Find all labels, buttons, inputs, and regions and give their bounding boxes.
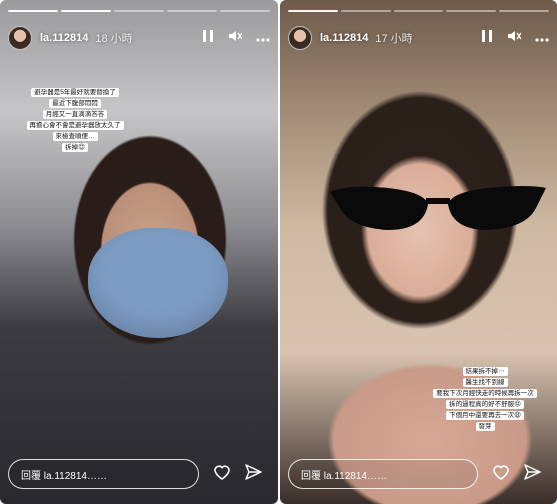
caption-line: 拆掉😊 (62, 143, 88, 152)
avatar[interactable] (288, 26, 312, 50)
caption-line: 來檢查順便… (52, 132, 98, 141)
progress-segment (8, 10, 58, 12)
progress-segment (167, 10, 217, 12)
sunglasses-sticker (330, 186, 546, 230)
share-icon[interactable] (245, 463, 262, 485)
progress-segment (61, 10, 111, 12)
caption-line: 發芽 (475, 422, 495, 431)
caption-line: 結果拆不掉⋯ (462, 367, 508, 376)
share-icon[interactable] (524, 463, 541, 485)
progress-segment (446, 10, 497, 12)
mute-icon[interactable] (228, 29, 243, 48)
story-header: la.112814 17 小時 (288, 24, 549, 52)
username[interactable]: la.112814 (40, 32, 88, 44)
heart-icon[interactable] (492, 464, 510, 485)
username[interactable]: la.112814 (320, 32, 368, 44)
face-mask (88, 228, 228, 338)
caption-line: 拆的過程真的好不舒服😣 (446, 400, 524, 409)
caption-line: 下個月中還要再去一次😩 (446, 411, 524, 420)
reply-input[interactable]: 回覆 la.112814…… (8, 459, 199, 489)
time-ago: 17 小時 (375, 33, 413, 45)
story-progress (288, 10, 549, 12)
story-header: la.112814 18 小時 (8, 24, 270, 52)
heart-icon[interactable] (213, 464, 231, 485)
reply-input[interactable]: 回覆 la.112814…… (288, 459, 478, 489)
caption-line: 再擔心會不會是避孕器放太久了 (26, 121, 124, 130)
more-icon[interactable] (256, 29, 270, 47)
pause-icon[interactable] (481, 29, 493, 48)
caption-line: 要我下次月經快走的時候再拆一次 (433, 389, 537, 398)
story-caption: 避孕器是5年最好就要替換了 最近下腹部悶悶 月經又一直滴滴答答 再擔心會不會是避… (20, 88, 130, 152)
mute-icon[interactable] (507, 29, 522, 48)
story-right[interactable]: la.112814 17 小時 結果拆不掉⋯ 醫生找不到線 要我下次月經快走的時… (280, 0, 557, 504)
story-progress (8, 10, 270, 12)
more-icon[interactable] (535, 29, 549, 47)
progress-segment (220, 10, 270, 12)
progress-segment (499, 10, 549, 12)
caption-line: 最近下腹部悶悶 (49, 99, 101, 108)
pause-icon[interactable] (202, 29, 214, 48)
story-left[interactable]: la.112814 18 小時 避孕器是5年最好就要替換了 最近下腹部悶悶 月經… (0, 0, 278, 504)
caption-line: 醫生找不到線 (462, 378, 508, 387)
progress-segment (393, 10, 444, 12)
progress-segment (340, 10, 391, 12)
caption-line: 月經又一直滴滴答答 (42, 110, 108, 119)
story-footer: 回覆 la.112814…… (288, 458, 549, 490)
progress-segment (114, 10, 164, 12)
story-footer: 回覆 la.112814…… (8, 458, 270, 490)
story-caption: 結果拆不掉⋯ 醫生找不到線 要我下次月經快走的時候再拆一次 拆的過程真的好不舒服… (410, 367, 557, 431)
caption-line: 避孕器是5年最好就要替換了 (31, 88, 119, 97)
progress-segment (288, 10, 338, 12)
time-ago: 18 小時 (95, 33, 133, 45)
avatar[interactable] (8, 26, 32, 50)
